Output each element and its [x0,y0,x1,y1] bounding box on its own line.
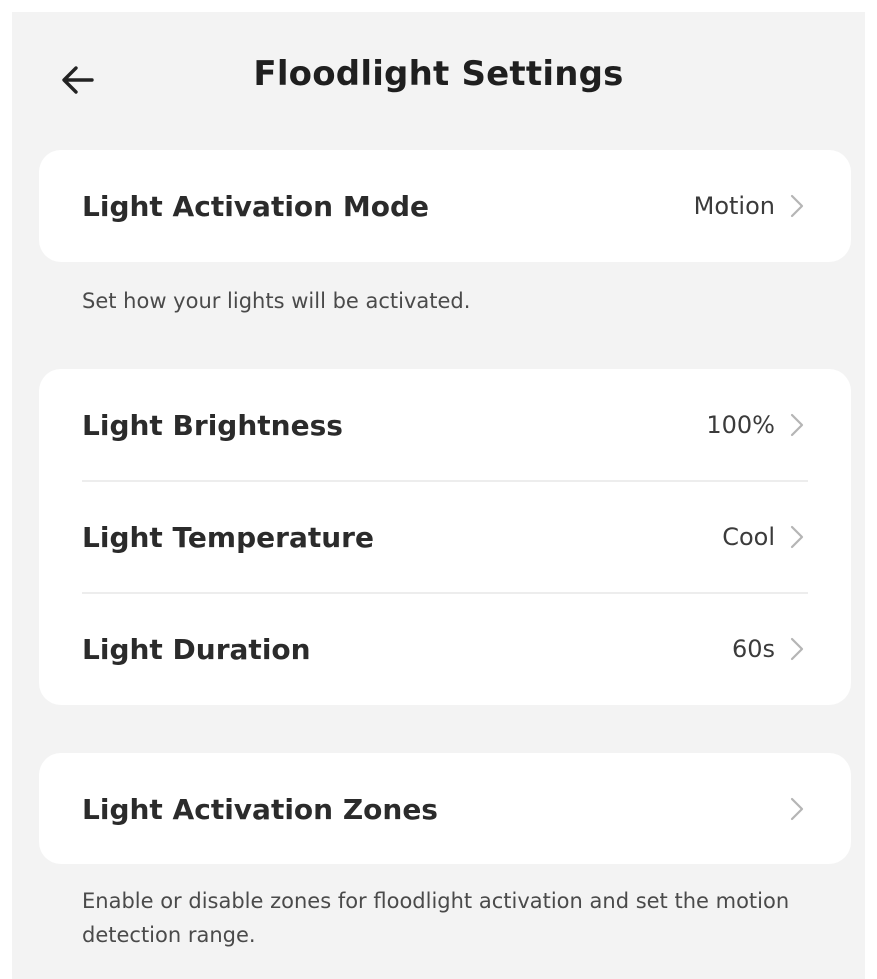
light-activation-mode-label: Light Activation Mode [82,189,429,223]
chevron-right-icon [787,795,807,823]
page-title: Floodlight Settings [253,54,624,94]
chevron-right-icon [787,411,807,439]
chevron-right-icon [787,192,807,220]
floodlight-settings-screen: Floodlight Settings Light Activation Mod… [12,12,865,979]
light-temperature-label: Light Temperature [82,520,374,554]
header: Floodlight Settings [12,12,865,142]
light-temperature-value: Cool [722,523,775,551]
light-brightness-label: Light Brightness [82,408,343,442]
light-activation-mode-value: Motion [693,192,775,220]
chevron-right-icon [787,523,807,551]
light-duration-value: 60s [731,635,775,663]
light-duration-label: Light Duration [82,632,311,666]
activation-zones-hint: Enable or disable zones for floodlight a… [82,889,790,947]
light-activation-zones-label: Light Activation Zones [82,792,438,826]
light-brightness-row[interactable]: Light Brightness 100% [39,369,851,481]
light-duration-row[interactable]: Light Duration 60s [39,593,851,705]
activation-mode-card: Light Activation Mode Motion [39,150,851,262]
chevron-right-icon [787,635,807,663]
light-temperature-row[interactable]: Light Temperature Cool [39,481,851,593]
light-brightness-value: 100% [706,411,775,439]
light-properties-card: Light Brightness 100% Light Temperature … [39,369,851,705]
light-activation-zones-row[interactable]: Light Activation Zones [39,753,851,865]
activation-zones-card: Light Activation Zones [39,753,851,864]
light-activation-mode-row[interactable]: Light Activation Mode Motion [39,150,851,262]
activation-mode-hint: Set how your lights will be activated. [82,289,471,313]
